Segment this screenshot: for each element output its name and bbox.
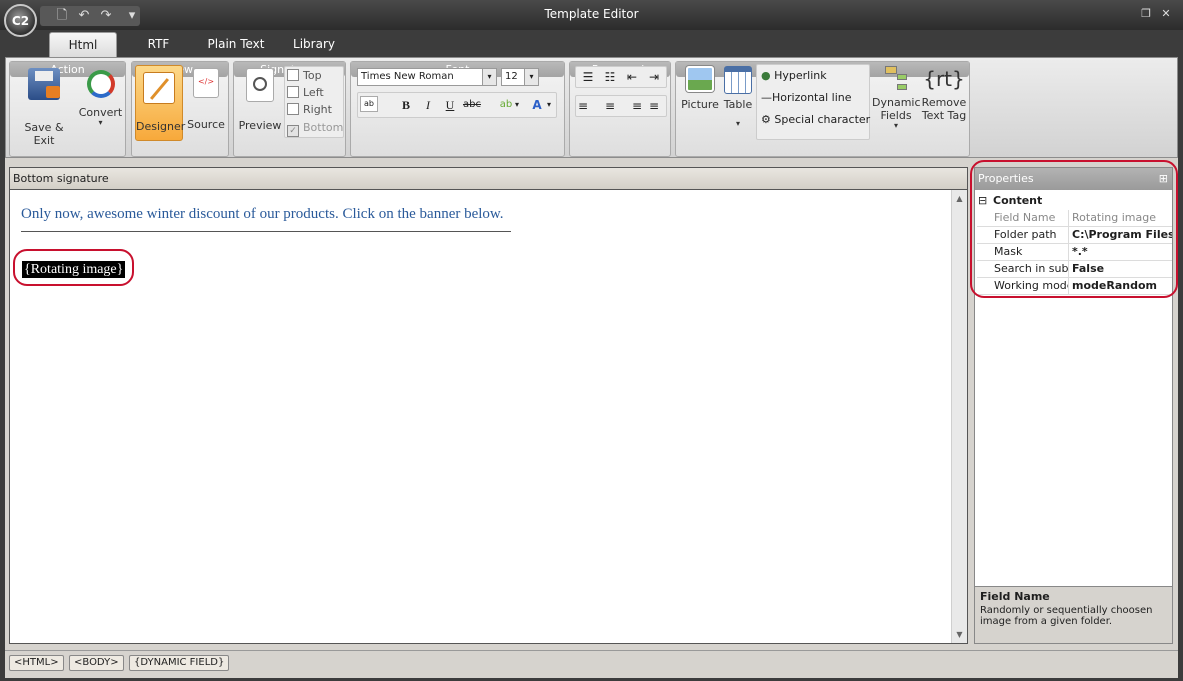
font-family-dropdown-icon: ▾ (482, 69, 496, 85)
align-right-icon[interactable]: ≡ (622, 97, 642, 115)
property-description: Field Name Randomly or sequentially choo… (975, 586, 1172, 643)
signature-position-options: Top Left Right ✓ Bottom (284, 66, 344, 138)
convert-icon (86, 70, 115, 98)
source-code-icon: </> (193, 68, 219, 98)
font-family-select[interactable]: Times New Roman ▾ (357, 68, 497, 86)
option-bottom[interactable]: ✓ Bottom (287, 121, 343, 137)
undo-icon[interactable]: ↶ (76, 8, 92, 24)
outdent-icon[interactable]: ⇤ (622, 68, 642, 86)
convert-button[interactable]: Convert ▾ (78, 70, 123, 127)
signature-text[interactable]: Only now, awesome winter discount of our… (21, 206, 504, 223)
preview-magnifier-icon (246, 68, 274, 102)
document-pane: Bottom signature Only now, awesome winte… (9, 167, 968, 644)
highlight-circle-tag (13, 249, 134, 286)
insert-hyperlink-button[interactable]: ● Hyperlink (761, 69, 827, 82)
option-top[interactable]: Top (287, 69, 322, 82)
underline-button[interactable]: U (440, 96, 460, 114)
save-icon (28, 68, 60, 100)
bold-button[interactable]: B (396, 96, 416, 114)
numbering-icon[interactable]: ☷ (600, 68, 620, 86)
checkbox-top[interactable] (287, 69, 299, 81)
indent-icon[interactable]: ⇥ (644, 68, 664, 86)
save-exit-button[interactable]: Save & Exit (14, 68, 74, 147)
restore-window-icon[interactable]: ❐ (1138, 6, 1154, 22)
tab-plain-text[interactable]: Plain Text (200, 32, 272, 57)
redo-icon[interactable]: ↷ (98, 8, 114, 24)
table-icon (724, 66, 752, 94)
strikethrough-button[interactable]: abc (460, 96, 484, 114)
app-menu-button[interactable]: C2 (4, 4, 37, 37)
designer-button[interactable]: Designer (135, 65, 185, 141)
window-title: Template Editor (544, 7, 639, 21)
hyperlink-icon: ● (761, 69, 771, 82)
font-size-select[interactable]: 12 ▾ (501, 68, 539, 86)
document-scrollbar[interactable]: ▲ ▼ (951, 190, 967, 643)
close-window-icon[interactable]: ✕ (1158, 6, 1174, 22)
group-insert: Picture Table ▾ ● Hyperlink —Horizontal … (675, 61, 970, 157)
remove-text-tag-button[interactable]: {rt} Remove Text Tag (920, 64, 968, 122)
horizontal-rule (21, 231, 511, 232)
highlight-circle-properties (970, 160, 1178, 298)
convert-dropdown-icon: ▾ (98, 118, 103, 127)
option-right[interactable]: Right (287, 103, 332, 116)
dynamic-fields-dropdown-icon: ▾ (893, 121, 898, 130)
option-left[interactable]: Left (287, 86, 324, 99)
crumb-dynamic-field[interactable]: {DYNAMIC FIELD} (129, 655, 230, 671)
group-font: Times New Roman ▾ 12 ▾ ab B I U abc ab ▾… (350, 61, 565, 157)
tab-rtf[interactable]: RTF (136, 32, 181, 57)
horizontal-line-icon: — (761, 91, 772, 104)
special-character-icon: ⚙ (761, 113, 771, 126)
group-view: Designer </> Source View (131, 61, 229, 157)
insert-links-panel: ● Hyperlink —Horizontal line ⚙ Special c… (756, 64, 870, 140)
insert-special-character-button[interactable]: ⚙ Special character (761, 113, 870, 126)
font-color-button[interactable]: A (530, 96, 544, 114)
crumb-body[interactable]: <BODY> (69, 655, 124, 671)
quick-access-toolbar: 🗋 ↶ ↷ ▾ (40, 6, 140, 26)
pencil-icon (143, 72, 175, 104)
dynamic-fields-button[interactable]: Dynamic Fields ▾ (872, 64, 921, 130)
checkbox-left[interactable] (287, 86, 299, 98)
dynamic-fields-icon (881, 64, 911, 94)
justify-icon[interactable]: ≡ (644, 97, 664, 115)
alignment-toolbar: ≡ ≡ ≡ ≡ (575, 95, 667, 117)
document-pane-header: Bottom signature (10, 168, 967, 190)
align-left-icon[interactable]: ≡ (578, 97, 598, 115)
picture-icon (686, 66, 714, 92)
insert-table-button[interactable]: Table ▾ (720, 66, 756, 128)
italic-button[interactable]: I (418, 96, 438, 114)
source-button[interactable]: </> Source (185, 68, 227, 131)
group-action: Save & Exit Convert ▾ Action (9, 61, 126, 157)
checkbox-right[interactable] (287, 103, 299, 115)
insert-picture-button[interactable]: Picture (680, 66, 720, 111)
checkbox-bottom[interactable]: ✓ (287, 125, 299, 137)
bullets-icon[interactable]: ☰ (578, 68, 598, 86)
tab-html[interactable]: Html (49, 32, 117, 57)
crumb-html[interactable]: <HTML> (9, 655, 64, 671)
font-format-toolbar: ab B I U abc ab ▾ A ▾ (357, 92, 557, 118)
group-signatures: Preview Top Left Right ✓Bottom Signature… (233, 61, 346, 157)
group-paragraph: ☰ ☷ ⇤ ⇥ ≡ ≡ ≡ ≡ Paragraph (569, 61, 671, 157)
font-size-dropdown-icon: ▾ (524, 69, 538, 85)
insert-horizontal-line-button[interactable]: —Horizontal line (761, 91, 852, 104)
preview-button[interactable]: Preview (236, 68, 284, 132)
spellcheck-icon[interactable]: ab (360, 96, 378, 112)
new-document-icon[interactable]: 🗋 (54, 8, 70, 24)
list-toolbar: ☰ ☷ ⇤ ⇥ (575, 66, 667, 88)
scroll-down-icon[interactable]: ▼ (952, 627, 967, 642)
align-center-icon[interactable]: ≡ (600, 97, 620, 115)
remove-tag-icon: {rt} (923, 67, 965, 91)
tab-library[interactable]: Library (287, 32, 341, 57)
scroll-up-icon[interactable]: ▲ (952, 191, 967, 206)
customize-qat-icon[interactable]: ▾ (124, 8, 140, 24)
table-dropdown-icon: ▾ (735, 119, 740, 128)
font-color-dropdown-icon[interactable]: ▾ (544, 96, 554, 114)
highlight-dropdown-icon[interactable]: ▾ (512, 96, 522, 114)
